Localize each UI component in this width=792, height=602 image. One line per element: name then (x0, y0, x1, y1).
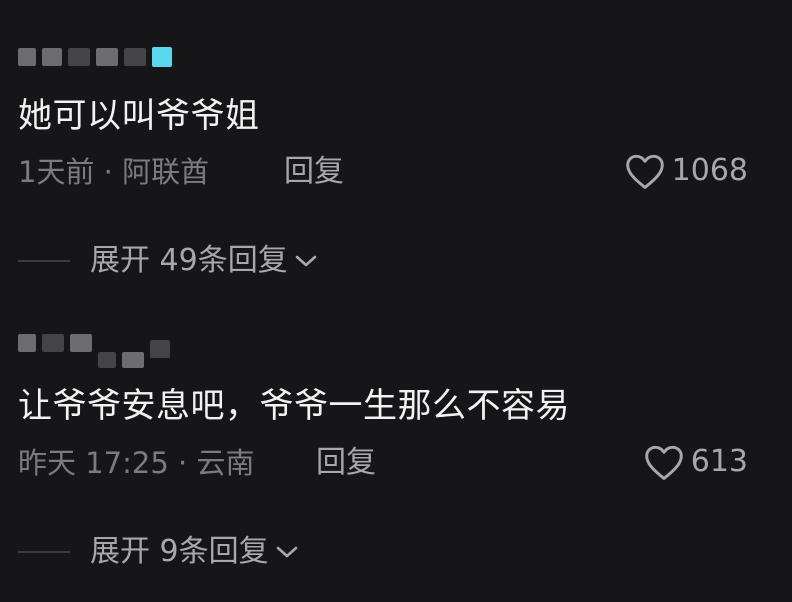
comment-text: 让爷爷安息吧，爷爷一生那么不容易 (18, 386, 570, 426)
reply-button[interactable]: 回复 (316, 446, 376, 480)
chevron-down-icon (276, 546, 297, 558)
heart-outline-icon (644, 445, 683, 480)
expand-replies-label: 展开 49条回复 (90, 243, 288, 278)
expand-replies-button[interactable]: 展开 49条回复 (18, 244, 318, 278)
like-count: 1068 (671, 153, 748, 188)
like-count: 613 (690, 444, 748, 479)
username-redacted[interactable] (18, 330, 170, 370)
like-button[interactable]: 613 (643, 443, 748, 481)
reply-button[interactable]: 回复 (284, 155, 344, 189)
comment-text: 她可以叫爷爷姐 (18, 96, 260, 136)
divider-line (18, 551, 70, 553)
heart-outline-icon (625, 154, 664, 189)
comment-time-location: 昨天 17:25 · 云南 (18, 446, 255, 480)
like-button[interactable]: 1068 (624, 152, 748, 190)
comment-time-location: 1天前 · 阿联酋 (18, 155, 210, 189)
expand-replies-label: 展开 9条回复 (90, 534, 269, 569)
expand-replies-button[interactable]: 展开 9条回复 (18, 535, 299, 569)
user-badge-icon (152, 47, 172, 67)
username-redacted[interactable] (18, 44, 172, 70)
chevron-down-icon (295, 255, 317, 267)
divider-line (18, 260, 70, 262)
